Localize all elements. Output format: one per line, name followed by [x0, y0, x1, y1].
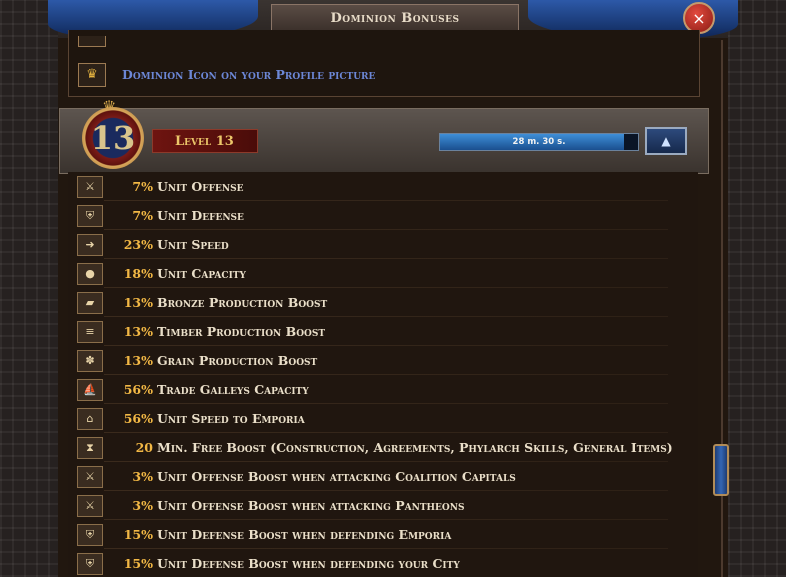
- emporia-defense-icon: ⛨: [77, 523, 103, 546]
- bonus-label: Unit Defense Boost when defending your C…: [157, 556, 460, 571]
- bonus-row: ⚔ 7% Unit Offense: [68, 172, 698, 201]
- bonus-value: 18%: [123, 266, 153, 281]
- sack-icon: ●: [77, 262, 103, 285]
- profile-icon-text: Dominion Icon on your Profile picture: [122, 67, 376, 82]
- shield-icon: ⛨: [77, 204, 103, 227]
- bonus-row: ✽ 13% Grain Production Boost: [68, 346, 698, 375]
- bonus-label: Unit Capacity: [157, 266, 246, 281]
- bonus-row: ⛨ 15% Unit Defense Boost when defending Em…: [68, 520, 698, 549]
- profile-icon-row: ♛ Dominion Icon on your Profile picture: [69, 61, 699, 88]
- swords-icon: ⚔: [77, 175, 103, 198]
- bonus-row: ≡ 13% Timber Production Boost: [68, 317, 698, 346]
- bonus-row: ⛨ 15% Unit Defense Boost when defending yo…: [68, 549, 698, 577]
- partial-icon: [78, 36, 106, 47]
- bonus-label: Unit Defense: [157, 208, 244, 223]
- bonus-row: ➜ 23% Unit Speed: [68, 230, 698, 259]
- bonus-label: Unit Speed to Emporia: [157, 411, 305, 426]
- collapse-level-button[interactable]: ▲: [645, 127, 687, 155]
- chevron-up-icon: ▲: [661, 134, 671, 148]
- bonus-row: ▰ 13% Bronze Production Boost: [68, 288, 698, 317]
- scrollbar-thumb[interactable]: [713, 444, 729, 496]
- bonus-row: ⚔ 3% Unit Offense Boost when attacking Pan…: [68, 491, 698, 520]
- bonus-value: 3%: [132, 498, 153, 513]
- bonus-row: ⛨ 7% Unit Defense: [68, 201, 698, 230]
- bonus-value: 13%: [123, 324, 153, 339]
- level-medal: ♛ 13: [77, 97, 149, 179]
- bonus-row: ● 18% Unit Capacity: [68, 259, 698, 288]
- bonus-row: ⌂ 56% Unit Speed to Emporia: [68, 404, 698, 433]
- bonus-value: 56%: [123, 382, 153, 397]
- dominion-bonuses-window: Dominion Bonuses × ♛ Dominion Icon on yo…: [48, 0, 738, 577]
- bonus-value: 7%: [132, 208, 153, 223]
- level-number: 13: [90, 119, 136, 157]
- level-label: Level 13: [152, 129, 258, 153]
- coalition-attack-icon: ⚔: [77, 465, 103, 488]
- bonus-value: 23%: [123, 237, 153, 252]
- scrollbar-track[interactable]: [721, 40, 723, 577]
- bonus-label: Trade Galleys Capacity: [157, 382, 309, 397]
- bonus-label: Unit Offense Boost when attacking Panthe…: [157, 498, 465, 513]
- bonus-row: ⛵ 56% Trade Galleys Capacity: [68, 375, 698, 404]
- bonus-label: Timber Production Boost: [157, 324, 326, 339]
- bonus-value: 15%: [123, 556, 153, 571]
- bonus-value: 13%: [123, 295, 153, 310]
- grain-icon: ✽: [77, 349, 103, 372]
- crown-icon: ♛: [78, 62, 106, 87]
- emporia-icon: ⌂: [77, 407, 103, 430]
- left-border-decoration: [0, 0, 61, 577]
- bonus-list: ⚔ 7% Unit Offense ⛨ 7% Unit Defense ➜ 23% Unit S…: [68, 172, 698, 577]
- bronze-ingot-icon: ▰: [77, 291, 103, 314]
- bonus-row: ⧗ 20 Min. Free Boost (Construction, Agreem…: [68, 433, 698, 462]
- bonus-value: 15%: [123, 527, 153, 542]
- bonus-label: Unit Offense: [157, 179, 244, 194]
- hourglass-icon: ⧗: [77, 436, 103, 459]
- bonus-label: Min. Free Boost (Construction, Agreement…: [157, 440, 673, 455]
- right-border-decoration: [725, 0, 786, 577]
- partial-row: [69, 33, 699, 60]
- bonus-label: Unit Offense Boost when attacking Coalit…: [157, 469, 516, 484]
- helmet-icon: ➜: [77, 233, 103, 256]
- bonus-value: 13%: [123, 353, 153, 368]
- general-bonus-section: ♛ Dominion Icon on your Profile picture: [68, 30, 700, 97]
- city-defense-icon: ⛨: [77, 552, 103, 575]
- close-icon: ×: [692, 8, 706, 28]
- bonus-value: 56%: [123, 411, 153, 426]
- level-timer-text: 28 m. 30 s.: [512, 137, 566, 147]
- level-banner: ♛ 13 Level 13 28 m. 30 s. ▲: [59, 97, 709, 174]
- timber-icon: ≡: [77, 320, 103, 343]
- bonus-row: ⚔ 3% Unit Offense Boost when attacking Coa…: [68, 462, 698, 491]
- bonus-label: Unit Defense Boost when defending Empori…: [157, 527, 452, 542]
- level-timer-bar: 28 m. 30 s.: [439, 133, 639, 151]
- window-title: Dominion Bonuses: [271, 4, 519, 32]
- bonus-value: 20: [135, 440, 153, 455]
- bonus-label: Unit Speed: [157, 237, 229, 252]
- bonus-value: 3%: [132, 469, 153, 484]
- bonus-value: 7%: [132, 179, 153, 194]
- galley-icon: ⛵: [77, 378, 103, 401]
- bonus-label: Bronze Production Boost: [157, 295, 328, 310]
- pantheon-attack-icon: ⚔: [77, 494, 103, 517]
- bonus-label: Grain Production Boost: [157, 353, 318, 368]
